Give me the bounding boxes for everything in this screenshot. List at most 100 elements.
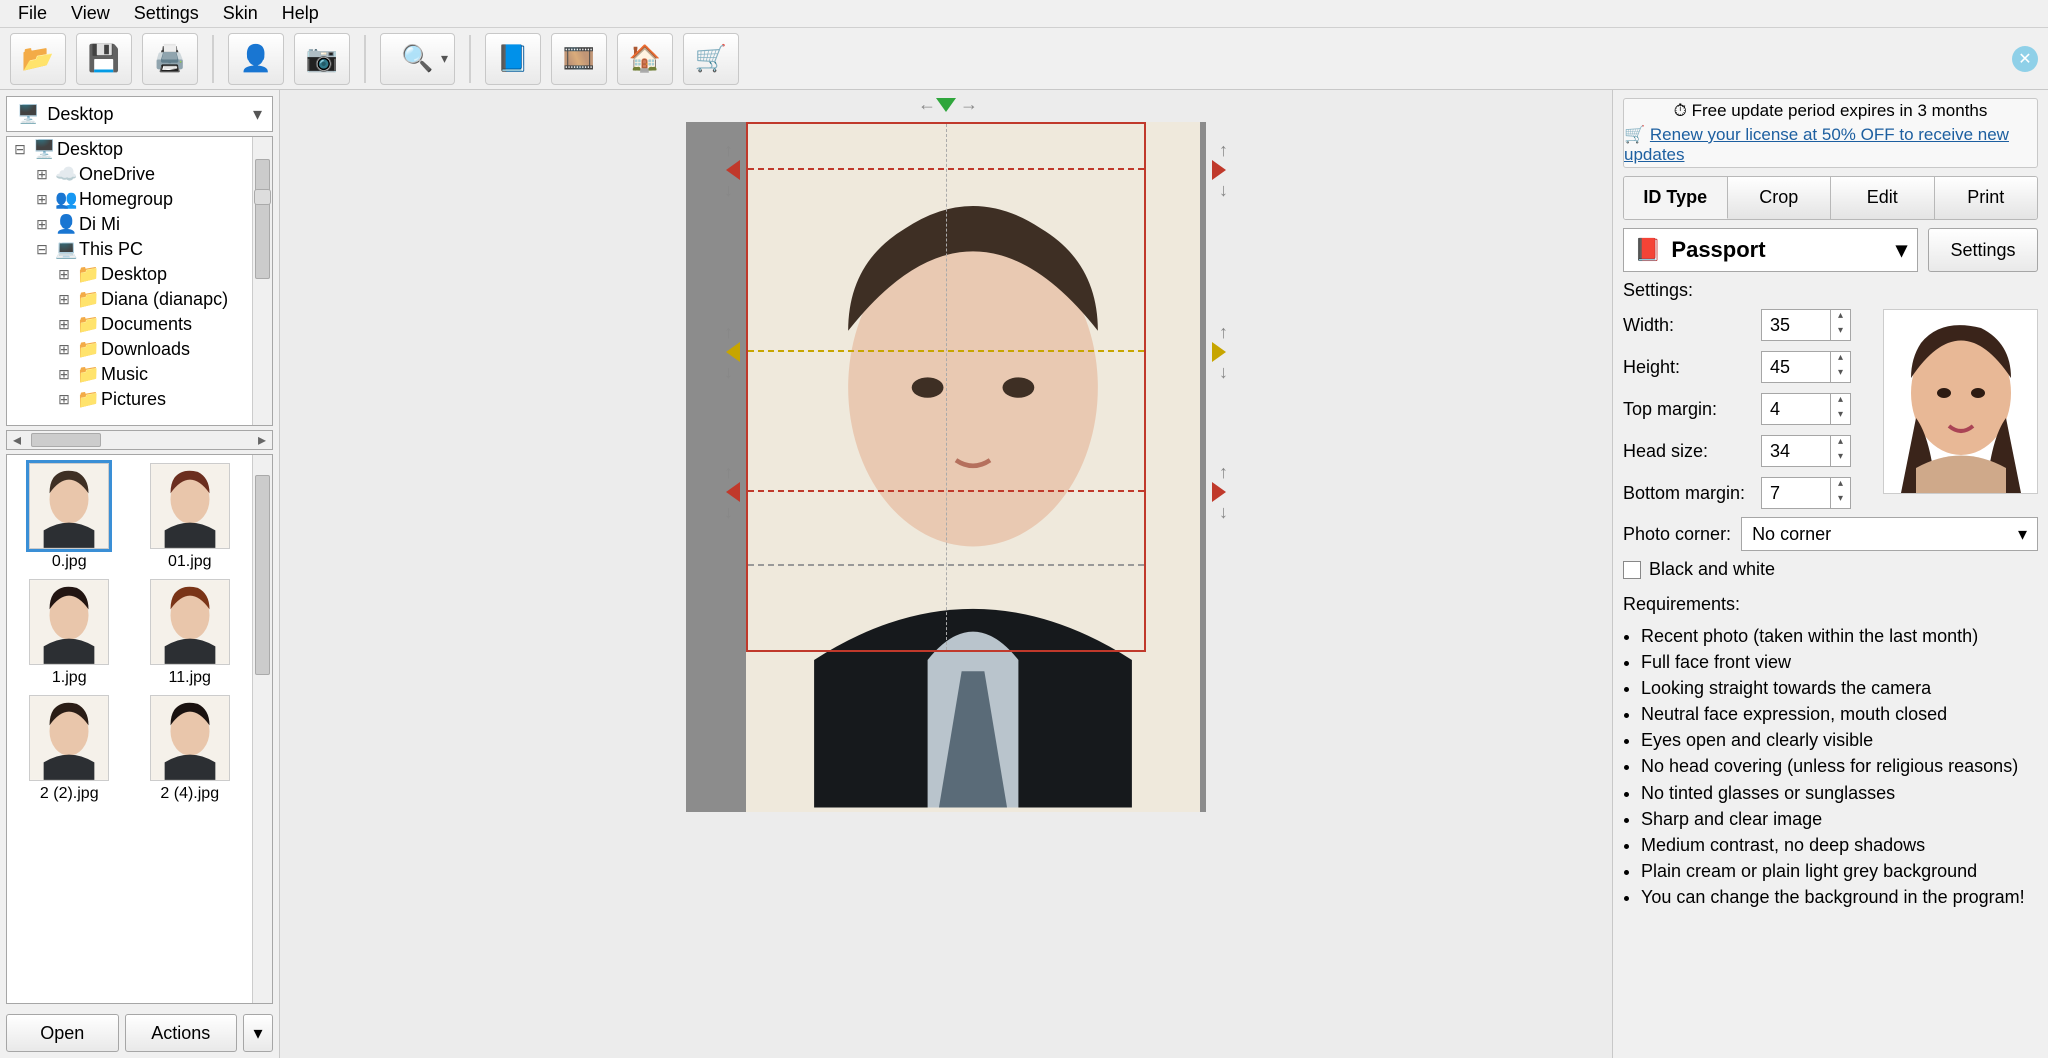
spin-up-icon[interactable]: ▴ [1830,478,1850,493]
head-size-spinner[interactable]: 34▴▾ [1761,435,1851,467]
video-icon[interactable]: 🎞️ [551,33,607,85]
settings-button[interactable]: Settings [1928,228,2038,272]
marker-right-icon[interactable] [1212,342,1226,362]
menu-settings[interactable]: Settings [122,0,211,28]
requirement-item: Full face front view [1641,649,2038,675]
arrow-right-icon: → [960,94,978,115]
path-combo[interactable]: 🖥️ Desktop ▾ [6,96,273,132]
top-margin-spinner[interactable]: 4▴▾ [1761,393,1851,425]
spin-up-icon[interactable]: ▴ [1830,310,1850,325]
photo-canvas[interactable]: ← → [686,122,1206,812]
id-type-combo[interactable]: 📕 Passport ▾ [1623,228,1918,272]
expand-icon[interactable]: ⊞ [57,341,71,358]
thumbs-scrollbar[interactable] [252,455,272,1003]
tab-print[interactable]: Print [1935,177,2038,219]
tree-hscroll[interactable]: ◂ ▸ [6,430,273,450]
expand-icon[interactable]: ⊞ [57,366,71,383]
thumbnail-item[interactable]: 11.jpg [136,579,245,687]
menu-skin[interactable]: Skin [211,0,270,28]
hscroll-thumb[interactable] [31,433,101,447]
tab-edit[interactable]: Edit [1831,177,1935,219]
profile-icon[interactable]: 👤 [228,33,284,85]
tree-node[interactable]: ⊞📁Documents [7,312,272,337]
expand-icon[interactable]: ⊞ [57,391,71,408]
menu-help[interactable]: Help [270,0,331,28]
camera-icon[interactable]: 📷 [294,33,350,85]
tree-node[interactable]: ⊞📁Pictures [7,387,272,412]
tab-crop[interactable]: Crop [1728,177,1832,219]
menu-file[interactable]: File [6,0,59,28]
tree-node[interactable]: ⊞👥Homegroup [7,187,272,212]
expand-icon[interactable]: ⊟ [13,141,27,158]
scroll-right-icon[interactable]: ▸ [252,430,272,450]
tree-node[interactable]: ⊞📁Diana (dianapc) [7,287,272,312]
save-icon[interactable]: 💾 [76,33,132,85]
home-icon[interactable]: 🏠 [617,33,673,85]
clock-icon: ⏱ [1674,101,1687,120]
scrollbar-thumb[interactable] [255,159,270,279]
scroll-left-icon[interactable]: ◂ [7,430,27,450]
thumbnail-item[interactable]: 2 (4).jpg [136,695,245,803]
menu-view[interactable]: View [59,0,122,28]
actions-dropdown[interactable]: ▾ [243,1014,273,1052]
marker-left-icon[interactable] [726,342,740,362]
expand-icon[interactable]: ⊞ [35,216,49,233]
expand-icon[interactable]: ⊞ [57,316,71,333]
photo-corner-combo[interactable]: No corner ▾ [1741,517,2038,551]
folder-tree[interactable]: ⊟🖥️Desktop⊞☁️OneDrive⊞👥Homegroup⊞👤Di Mi⊟… [6,136,273,426]
spin-down-icon[interactable]: ▾ [1830,493,1850,508]
expand-icon[interactable]: ⊟ [35,241,49,258]
tree-node[interactable]: ⊞👤Di Mi [7,212,272,237]
marker-right-icon[interactable] [1212,160,1226,180]
spin-up-icon[interactable]: ▴ [1830,436,1850,451]
open-button[interactable]: Open [6,1014,119,1052]
zoom-icon[interactable]: 🔍 [380,33,455,85]
bottom-line[interactable] [748,564,1144,566]
spin-down-icon[interactable]: ▾ [1830,325,1850,340]
spin-down-icon[interactable]: ▾ [1830,451,1850,466]
cart-icon[interactable]: 🛒 [683,33,739,85]
expand-icon[interactable]: ⊞ [35,191,49,208]
expand-icon[interactable]: ⊞ [57,266,71,283]
scrollbar-knob[interactable] [254,189,271,205]
spin-down-icon[interactable]: ▾ [1830,409,1850,424]
bw-checkbox[interactable] [1623,561,1641,579]
width-spinner[interactable]: 35▴▾ [1761,309,1851,341]
help-icon[interactable]: 📘 [485,33,541,85]
eye-line[interactable] [748,350,1144,352]
actions-button[interactable]: Actions [125,1014,238,1052]
tree-node[interactable]: ⊞📁Desktop [7,262,272,287]
tree-scrollbar[interactable] [252,137,272,425]
marker-right-icon[interactable] [1212,482,1226,502]
thumbnail-item[interactable]: 2 (2).jpg [15,695,124,803]
thumbnail-item[interactable]: 1.jpg [15,579,124,687]
chin-line[interactable] [748,490,1144,492]
tree-node[interactable]: ⊟💻This PC [7,237,272,262]
tree-node[interactable]: ⊞📁Music [7,362,272,387]
top-margin-line[interactable] [748,168,1144,170]
thumbnail-item[interactable]: 01.jpg [136,463,245,571]
close-icon[interactable]: ✕ [2012,46,2038,72]
marker-left-icon[interactable] [726,160,740,180]
chevron-down-icon: ▾ [1896,237,1907,263]
tree-node[interactable]: ⊞☁️OneDrive [7,162,272,187]
tree-node[interactable]: ⊟🖥️Desktop [7,137,272,162]
expand-icon[interactable]: ⊞ [35,166,49,183]
print-icon[interactable]: 🖨️ [142,33,198,85]
tree-node[interactable]: ⊞📁Downloads [7,337,272,362]
settings-label: Settings: [1623,280,2038,301]
bottom-margin-spinner[interactable]: 7▴▾ [1761,477,1851,509]
expand-icon[interactable]: ⊞ [57,291,71,308]
tab-id-type[interactable]: ID Type [1624,177,1728,219]
thumbnail-item[interactable]: 0.jpg [15,463,124,571]
marker-left-icon[interactable] [726,482,740,502]
height-spinner[interactable]: 45▴▾ [1761,351,1851,383]
top-marker-icon[interactable] [936,98,956,112]
open-icon[interactable]: 📂 [10,33,66,85]
crop-box[interactable] [746,122,1146,652]
spin-up-icon[interactable]: ▴ [1830,352,1850,367]
spin-down-icon[interactable]: ▾ [1830,367,1850,382]
renew-link[interactable]: Renew your license at 50% OFF to receive… [1624,125,2009,164]
spin-up-icon[interactable]: ▴ [1830,394,1850,409]
scrollbar-thumb[interactable] [255,475,270,675]
